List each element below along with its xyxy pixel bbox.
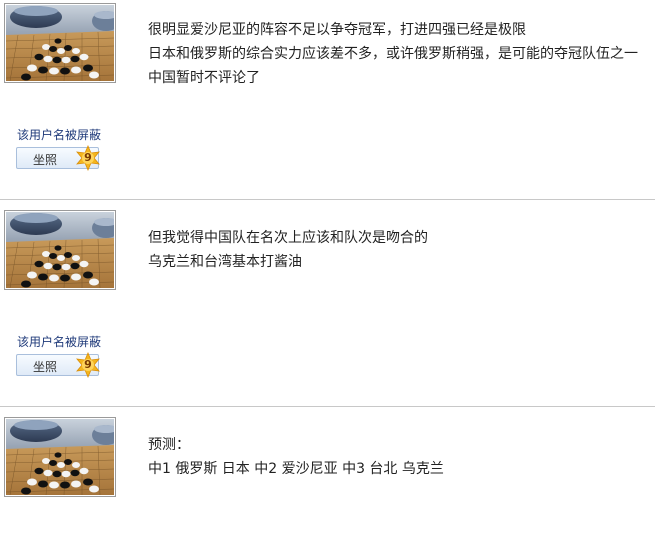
username[interactable]: 该用户名被屏蔽 (17, 126, 101, 143)
avatar[interactable] (4, 417, 116, 497)
go-board-photo-icon (6, 5, 114, 81)
post-line: 日本和俄罗斯的综合实力应该差不多，或许俄罗斯稍强，是可能的夺冠队伍之一 (148, 46, 638, 62)
post-body: 很明显爱沙尼亚的阵容不足以争夺冠军，打进四强已经是极限 日本和俄罗斯的综合实力应… (148, 18, 648, 90)
star-badge-icon: 9 (75, 351, 101, 379)
post-line: 中1 俄罗斯 日本 中2 爱沙尼亚 中3 台北 乌克兰 (148, 461, 444, 477)
post-body: 预测： 中1 俄罗斯 日本 中2 爱沙尼亚 中3 台北 乌克兰 (148, 433, 648, 481)
go-board-photo-icon (6, 419, 114, 495)
go-board-photo-icon (6, 212, 114, 288)
avatar[interactable] (4, 3, 116, 83)
rank-badge[interactable]: 坐照 9 (16, 144, 101, 172)
post-3: 预测： 中1 俄罗斯 日本 中2 爱沙尼亚 中3 台北 乌克兰 (0, 407, 655, 539)
avatar[interactable] (4, 210, 116, 290)
post-line: 预测： (148, 437, 190, 453)
post-2: 但我觉得中国队在名次上应该和队次是吻合的 乌克兰和台湾基本打酱油 该用户名被屏蔽… (0, 200, 655, 406)
star-badge-icon: 9 (75, 144, 101, 172)
rank-level: 9 (84, 358, 92, 371)
rank-label: 坐照 (33, 360, 58, 374)
rank-level: 9 (84, 151, 92, 164)
post-line: 乌克兰和台湾基本打酱油 (148, 254, 302, 270)
post-line: 但我觉得中国队在名次上应该和队次是吻合的 (148, 230, 428, 246)
rank-badge[interactable]: 坐照 9 (16, 351, 101, 379)
post-line: 中国暂时不评论了 (148, 70, 260, 86)
username[interactable]: 该用户名被屏蔽 (17, 333, 101, 350)
post-1: 很明显爱沙尼亚的阵容不足以争夺冠军，打进四强已经是极限 日本和俄罗斯的综合实力应… (0, 0, 655, 199)
rank-label: 坐照 (33, 153, 58, 167)
post-line: 很明显爱沙尼亚的阵容不足以争夺冠军，打进四强已经是极限 (148, 22, 526, 38)
post-body: 但我觉得中国队在名次上应该和队次是吻合的 乌克兰和台湾基本打酱油 (148, 226, 648, 274)
